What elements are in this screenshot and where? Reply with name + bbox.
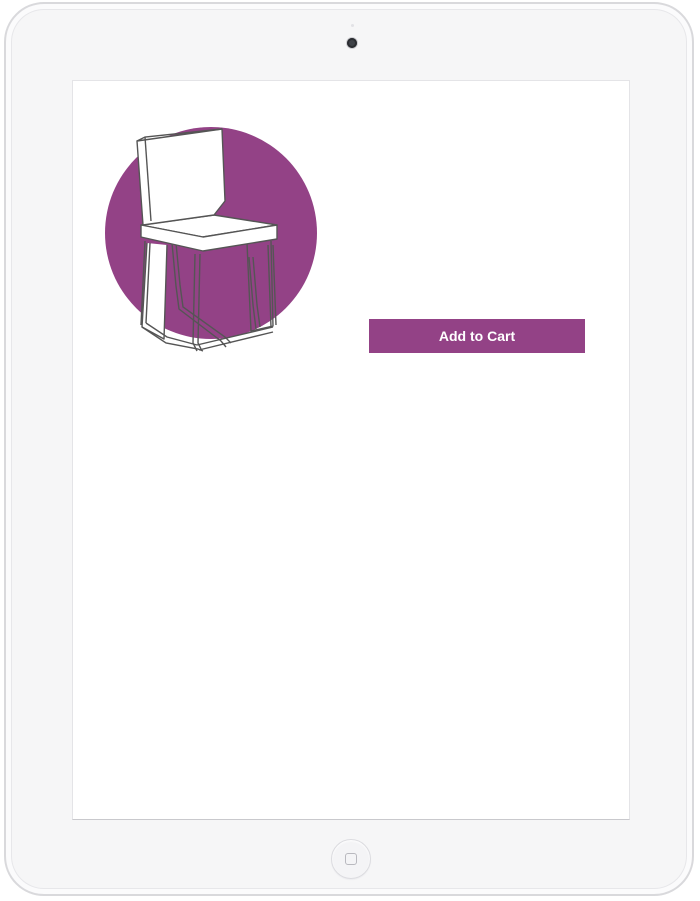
chair-product-image[interactable] xyxy=(101,121,321,356)
app-screen: Add to Cart xyxy=(72,80,630,820)
front-camera-icon xyxy=(347,38,357,48)
add-to-cart-button[interactable]: Add to Cart xyxy=(369,319,585,353)
home-button-icon[interactable] xyxy=(331,839,371,879)
chair-icon xyxy=(105,127,317,352)
home-square-icon xyxy=(345,853,357,865)
ambient-light-sensor xyxy=(351,24,354,27)
tablet-device-frame: Add to Cart xyxy=(4,2,694,896)
